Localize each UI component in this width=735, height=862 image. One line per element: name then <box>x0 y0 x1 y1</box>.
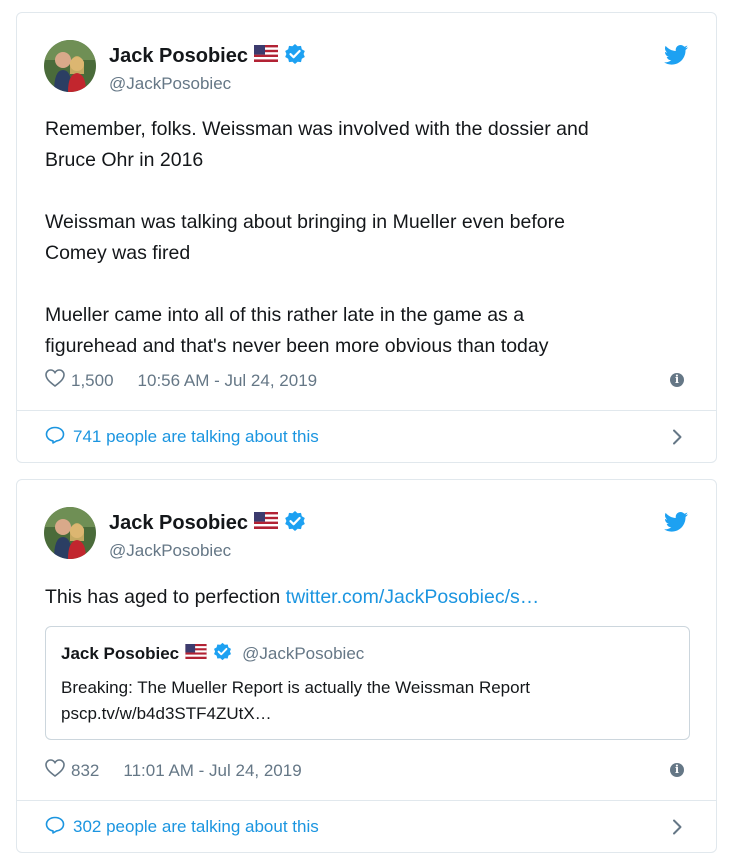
verified-badge-icon <box>213 642 232 666</box>
talking-text[interactable]: 741 people are talking about this <box>73 427 319 447</box>
tweet-text: This has aged to perfection twitter.com/… <box>45 582 695 613</box>
tweet-text-line: Comey was fired <box>45 242 191 264</box>
author-name[interactable]: Jack Posobiec <box>109 45 248 68</box>
info-icon[interactable]: i <box>670 373 684 387</box>
twitter-bird-icon[interactable] <box>664 512 688 532</box>
verified-badge-icon <box>284 43 306 70</box>
tweet-text-line: Weissman was talking about bringing in M… <box>45 211 565 233</box>
quote-text-line: Breaking: The Mueller Report is actually… <box>61 678 530 697</box>
quote-author-row: Jack Posobiec @JackPosobiec <box>61 642 364 666</box>
tweet-card[interactable]: Jack Posobiec @JackPosobiec Remember, fo… <box>16 12 717 463</box>
like-count[interactable]: 832 <box>71 761 99 781</box>
heart-icon[interactable] <box>45 759 65 782</box>
talking-link[interactable]: 302 people are talking about this <box>45 801 716 853</box>
author-row: Jack Posobiec <box>109 510 306 536</box>
tweet-text-line: Remember, folks. Weissman was involved w… <box>45 118 589 140</box>
tweet-text-line: Bruce Ohr in 2016 <box>45 149 204 171</box>
author-handle[interactable]: @JackPosobiec <box>109 74 231 94</box>
chevron-right-icon[interactable] <box>672 429 682 445</box>
talking-link[interactable]: 741 people are talking about this <box>45 411 716 463</box>
us-flag-icon <box>253 512 278 534</box>
avatar[interactable] <box>44 40 96 92</box>
tweet-meta: 832 11:01 AM - Jul 24, 2019 <box>45 759 302 782</box>
author-handle[interactable]: @JackPosobiec <box>109 541 231 561</box>
speech-bubble-icon <box>45 816 65 839</box>
tweet-card[interactable]: Jack Posobiec @JackPosobiec This has age… <box>16 479 717 853</box>
quoted-tweet[interactable]: Jack Posobiec @JackPosobiec Breaking: Th… <box>45 626 690 740</box>
speech-bubble-icon <box>45 426 65 449</box>
tweet-text-line: figurehead and that's never been more ob… <box>45 335 549 357</box>
paragraph-spacer <box>45 269 695 300</box>
timestamp[interactable]: 11:01 AM - Jul 24, 2019 <box>123 761 301 781</box>
chevron-right-icon[interactable] <box>672 819 682 835</box>
info-icon[interactable]: i <box>670 763 684 777</box>
paragraph-spacer <box>45 176 695 207</box>
us-flag-icon <box>185 644 207 664</box>
quote-text-line: pscp.tv/w/b4d3STF4ZUtX… <box>61 704 272 723</box>
quote-text: Breaking: The Mueller Report is actually… <box>61 675 530 727</box>
author-name[interactable]: Jack Posobiec <box>109 512 248 535</box>
heart-icon[interactable] <box>45 369 65 392</box>
tweet-meta: 1,500 10:56 AM - Jul 24, 2019 <box>45 369 317 392</box>
verified-badge-icon <box>284 510 306 537</box>
like-count[interactable]: 1,500 <box>71 371 114 391</box>
author-row: Jack Posobiec <box>109 43 306 69</box>
twitter-bird-icon[interactable] <box>664 45 688 65</box>
avatar[interactable] <box>44 507 96 559</box>
tweet-text-line: Mueller came into all of this rather lat… <box>45 304 525 326</box>
tweet-text-line: This has aged to perfection <box>45 586 286 608</box>
talking-text[interactable]: 302 people are talking about this <box>73 817 319 837</box>
tweet-link[interactable]: twitter.com/JackPosobiec/s… <box>286 586 540 608</box>
timestamp[interactable]: 10:56 AM - Jul 24, 2019 <box>138 371 318 391</box>
quote-author-handle: @JackPosobiec <box>242 644 365 663</box>
us-flag-icon <box>253 45 278 67</box>
tweet-text: Remember, folks. Weissman was involved w… <box>45 114 695 362</box>
quote-author-name: Jack Posobiec <box>61 644 180 663</box>
